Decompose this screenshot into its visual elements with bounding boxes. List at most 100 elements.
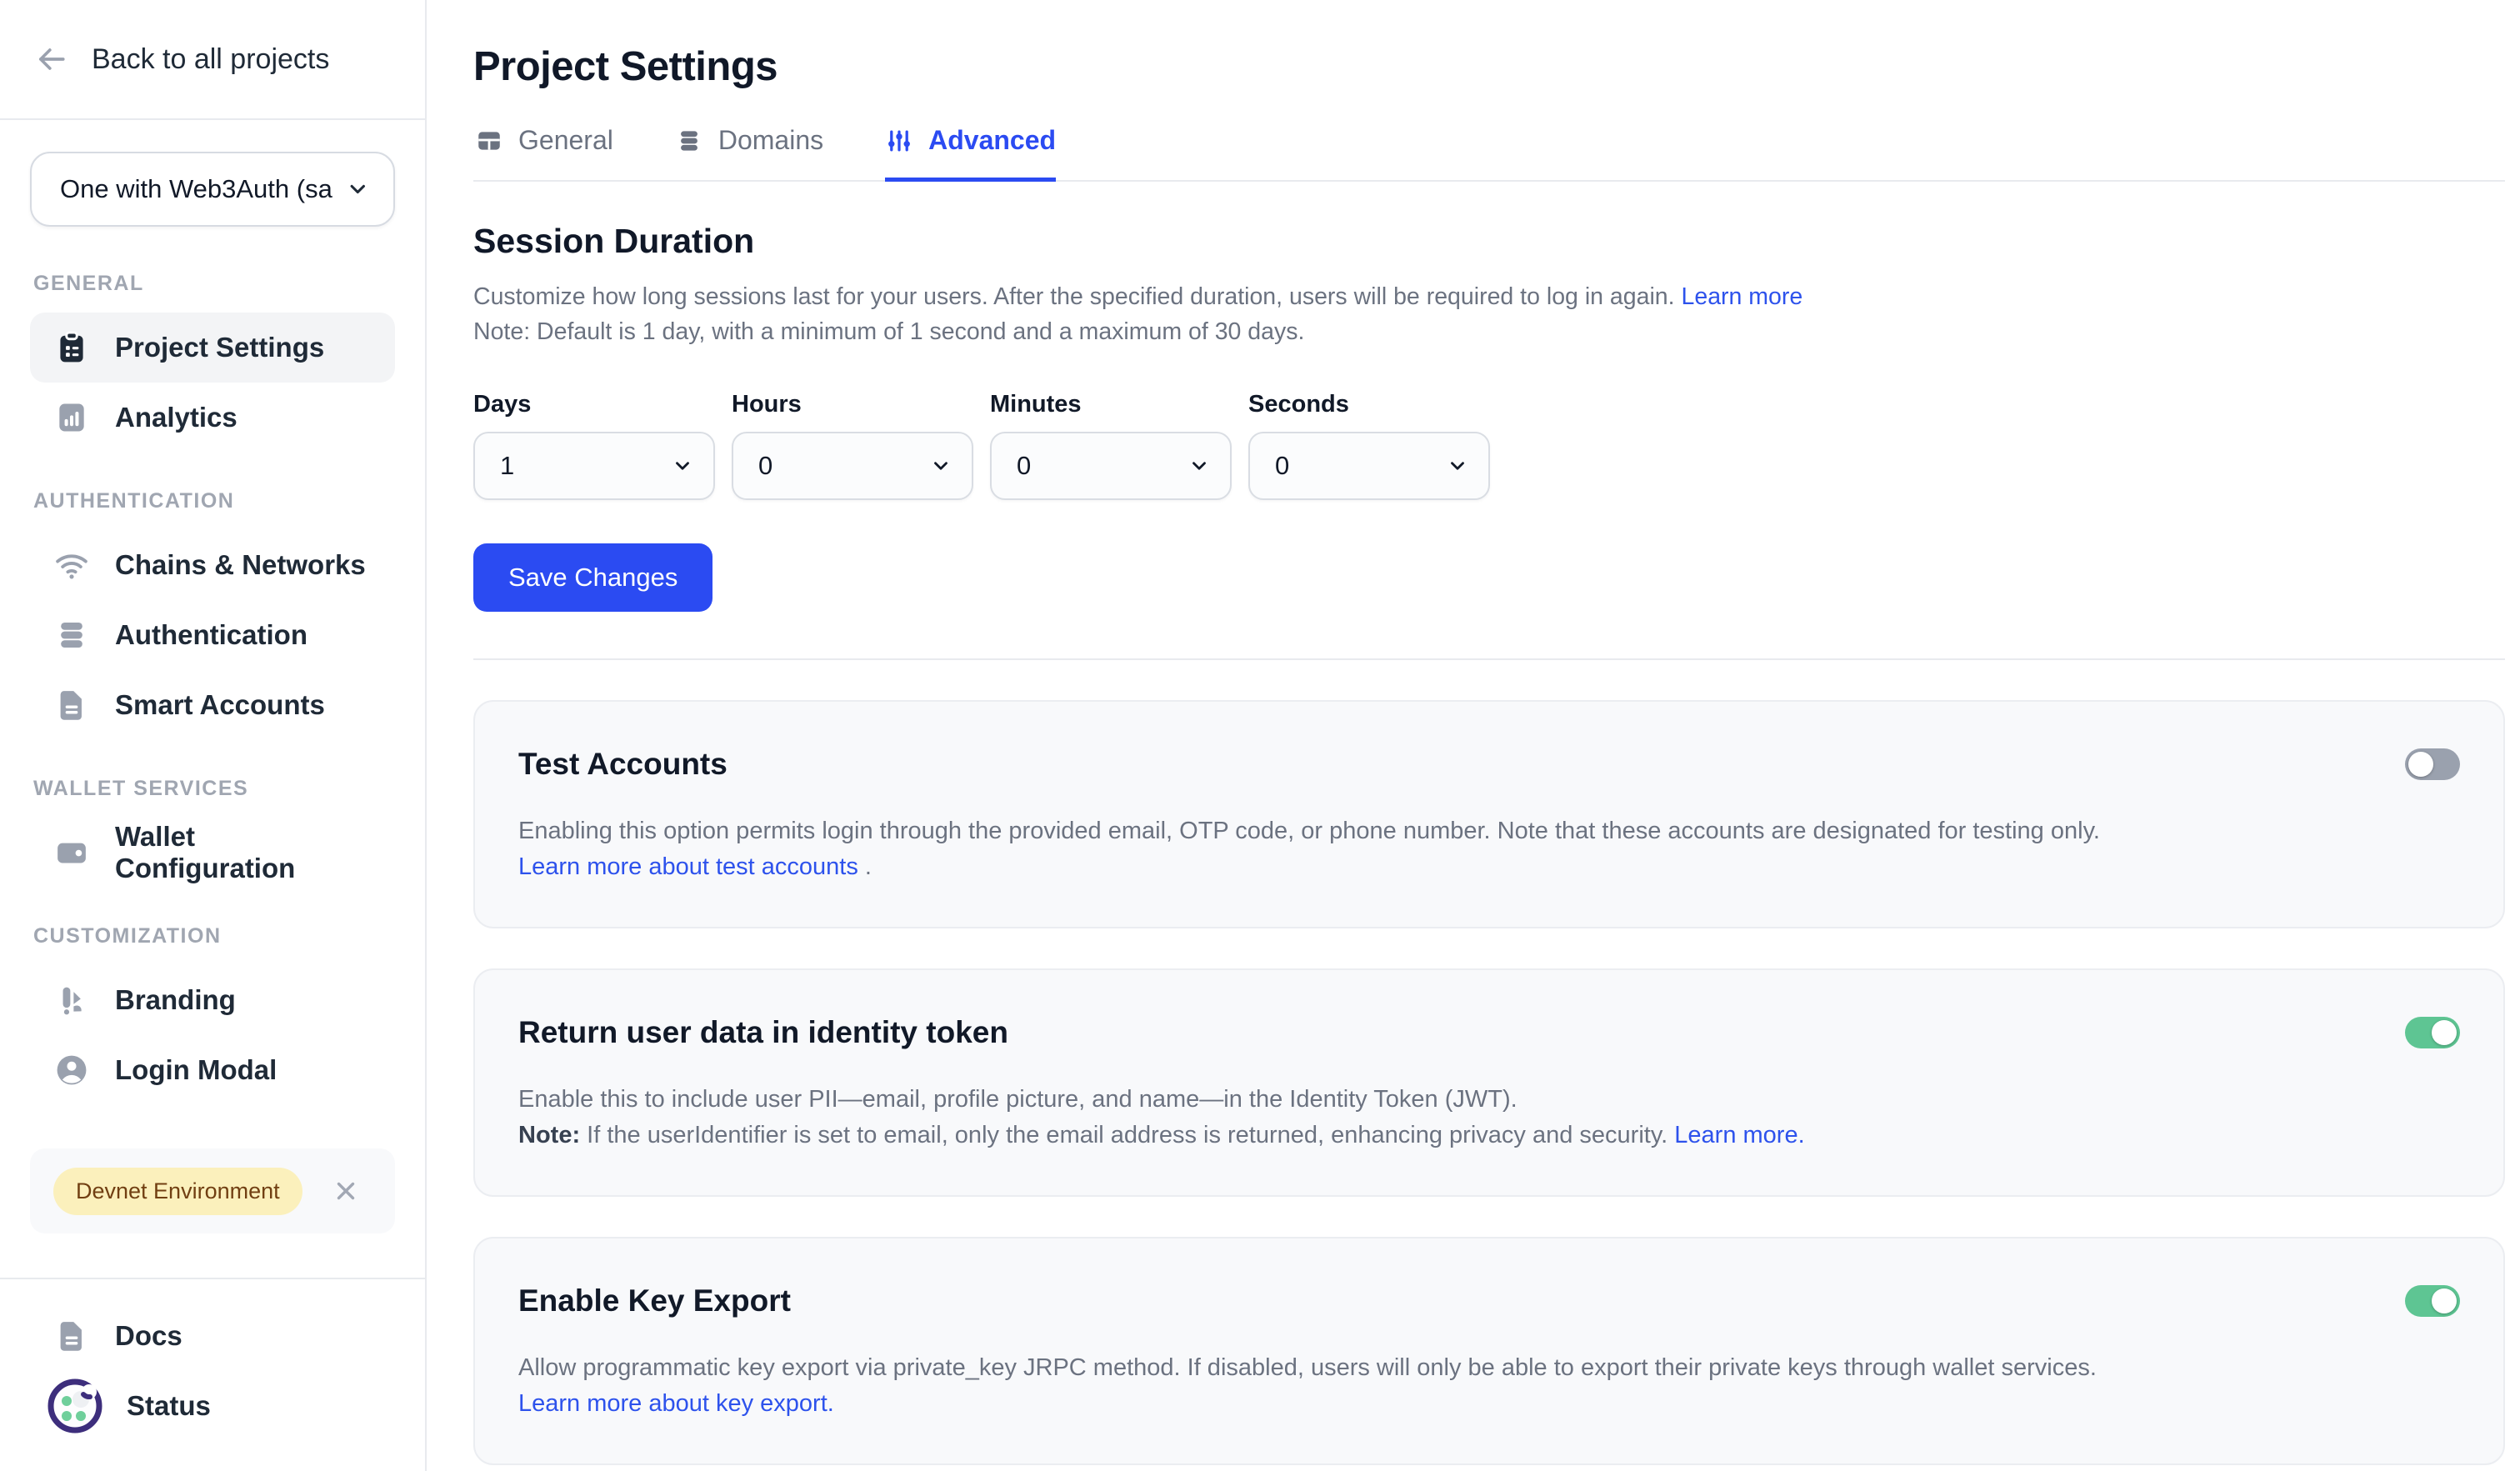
card-title: Return user data in identity token bbox=[518, 1015, 1008, 1050]
chevron-down-icon bbox=[1447, 455, 1468, 477]
arrow-left-icon bbox=[33, 41, 70, 78]
sidebar-item-label: Analytics bbox=[115, 402, 238, 433]
hours-select[interactable]: 0 bbox=[732, 432, 973, 500]
card-title: Test Accounts bbox=[518, 747, 728, 782]
sidebar-item-label: Chains & Networks bbox=[115, 549, 366, 581]
sidebar-item-label: Login Modal bbox=[115, 1054, 277, 1086]
section-label-customization: CUSTOMIZATION bbox=[33, 924, 395, 948]
field-minutes: Minutes 0 bbox=[990, 391, 1232, 500]
sidebar-item-wallet-configuration[interactable]: Wallet Configuration bbox=[30, 818, 395, 888]
sidebar-item-smart-accounts[interactable]: Smart Accounts bbox=[30, 670, 395, 740]
duration-fields: Days 1 Hours 0 Minutes 0 bbox=[473, 391, 2505, 500]
sidebar-item-label: Wallet Configuration bbox=[115, 821, 372, 884]
devnet-banner: Devnet Environment bbox=[30, 1148, 395, 1233]
minutes-select[interactable]: 0 bbox=[990, 432, 1232, 500]
document-icon bbox=[53, 1318, 90, 1354]
save-changes-button[interactable]: Save Changes bbox=[473, 543, 712, 612]
page-title: Project Settings bbox=[473, 43, 2505, 90]
seconds-select[interactable]: 0 bbox=[1248, 432, 1490, 500]
days-select[interactable]: 1 bbox=[473, 432, 715, 500]
session-note: Note: Default is 1 day, with a minimum o… bbox=[473, 314, 2505, 349]
sidebar-item-status[interactable]: Status bbox=[30, 1371, 395, 1441]
sidebar-footer: Docs Status bbox=[0, 1278, 425, 1471]
sidebar-item-docs[interactable]: Docs bbox=[30, 1301, 395, 1371]
analytics-icon bbox=[53, 399, 90, 436]
card-title: Enable Key Export bbox=[518, 1283, 791, 1318]
sidebar-item-analytics[interactable]: Analytics bbox=[30, 383, 395, 453]
card-description: Enabling this option permits login throu… bbox=[518, 813, 2152, 885]
note-label: Note: bbox=[518, 1122, 580, 1148]
section-label-authentication: AUTHENTICATION bbox=[33, 489, 395, 513]
identity-token-learn-more-link[interactable]: Learn more. bbox=[1674, 1122, 1804, 1148]
card-description-text: Allow programmatic key export via privat… bbox=[518, 1350, 2152, 1386]
back-label: Back to all projects bbox=[92, 43, 329, 76]
sidebar-item-label: Branding bbox=[115, 984, 236, 1016]
section-label-wallet-services: WALLET SERVICES bbox=[33, 777, 395, 801]
brush-icon bbox=[53, 982, 90, 1018]
session-description-text: Customize how long sessions last for you… bbox=[473, 283, 1675, 310]
clipboard-icon bbox=[53, 329, 90, 366]
tab-domains[interactable]: Domains bbox=[675, 125, 823, 182]
test-accounts-card: Test Accounts Enabling this option permi… bbox=[473, 700, 2505, 928]
key-export-toggle[interactable] bbox=[2405, 1285, 2460, 1317]
database-icon bbox=[675, 127, 703, 155]
field-seconds: Seconds 0 bbox=[1248, 391, 1490, 500]
select-value: 0 bbox=[758, 451, 772, 481]
sliders-icon bbox=[885, 127, 913, 155]
tab-label: General bbox=[518, 125, 613, 156]
close-icon bbox=[332, 1177, 360, 1205]
session-duration-description: Customize how long sessions last for you… bbox=[473, 279, 2505, 349]
section-divider bbox=[473, 658, 2505, 660]
app-window: Back to all projects One with Web3Auth (… bbox=[0, 0, 2520, 1471]
sidebar-item-label: Docs bbox=[115, 1320, 182, 1352]
card-description-text: Enabling this option permits login throu… bbox=[518, 818, 2100, 844]
back-to-projects-button[interactable]: Back to all projects bbox=[0, 0, 425, 120]
chevron-down-icon bbox=[672, 455, 693, 477]
tab-general[interactable]: General bbox=[475, 125, 613, 182]
sidebar-item-project-settings[interactable]: Project Settings bbox=[30, 313, 395, 383]
wallet-icon bbox=[53, 834, 90, 871]
chevron-down-icon bbox=[930, 455, 952, 477]
link-suffix: . bbox=[858, 853, 872, 880]
toggle-knob bbox=[2408, 752, 2433, 777]
chevron-down-icon bbox=[1188, 455, 1210, 477]
sidebar-item-authentication[interactable]: Authentication bbox=[30, 600, 395, 670]
key-export-learn-more-link[interactable]: Learn more about key export. bbox=[518, 1390, 834, 1417]
session-learn-more-link[interactable]: Learn more bbox=[1682, 283, 1803, 310]
key-export-card: Enable Key Export Allow programmatic key… bbox=[473, 1237, 2505, 1465]
test-accounts-learn-more-link[interactable]: Learn more about test accounts bbox=[518, 853, 858, 880]
tab-label: Domains bbox=[718, 125, 823, 156]
sidebar-item-branding[interactable]: Branding bbox=[30, 965, 395, 1035]
select-value: 1 bbox=[500, 451, 514, 481]
card-description-text: Enable this to include user PII—email, p… bbox=[518, 1082, 2152, 1118]
session-duration-title: Session Duration bbox=[473, 222, 2505, 261]
field-label: Hours bbox=[732, 391, 973, 418]
sidebar-item-label: Authentication bbox=[115, 619, 308, 651]
chevron-down-icon bbox=[346, 177, 370, 202]
toggle-knob bbox=[2432, 1020, 2457, 1045]
sidebar: Back to all projects One with Web3Auth (… bbox=[0, 0, 427, 1471]
card-description: Enable this to include user PII—email, p… bbox=[518, 1082, 2152, 1153]
wifi-icon bbox=[53, 547, 90, 583]
note-text: If the userIdentifier is set to email, o… bbox=[580, 1122, 1674, 1148]
test-accounts-toggle[interactable] bbox=[2405, 748, 2460, 780]
sidebar-content: One with Web3Auth (sap GENERAL Project S… bbox=[0, 152, 425, 1233]
project-selector-value: One with Web3Auth (sap bbox=[60, 174, 332, 204]
identity-token-card: Return user data in identity token Enabl… bbox=[473, 968, 2505, 1197]
sidebar-item-label: Project Settings bbox=[115, 332, 324, 363]
main-content: Project Settings General Domains bbox=[427, 0, 2520, 1471]
tab-advanced[interactable]: Advanced bbox=[885, 125, 1056, 182]
tab-label: Advanced bbox=[928, 125, 1056, 156]
section-label-general: GENERAL bbox=[33, 272, 395, 296]
user-icon bbox=[53, 1052, 90, 1088]
cookie-icon[interactable] bbox=[42, 1373, 108, 1439]
database-icon bbox=[53, 617, 90, 653]
select-value: 0 bbox=[1017, 451, 1031, 481]
field-days: Days 1 bbox=[473, 391, 715, 500]
sidebar-item-login-modal[interactable]: Login Modal bbox=[30, 1035, 395, 1105]
project-selector[interactable]: One with Web3Auth (sap bbox=[30, 152, 395, 227]
identity-token-toggle[interactable] bbox=[2405, 1017, 2460, 1048]
devnet-close-button[interactable] bbox=[332, 1177, 360, 1205]
sidebar-item-label: Smart Accounts bbox=[115, 689, 325, 721]
sidebar-item-chains-networks[interactable]: Chains & Networks bbox=[30, 530, 395, 600]
